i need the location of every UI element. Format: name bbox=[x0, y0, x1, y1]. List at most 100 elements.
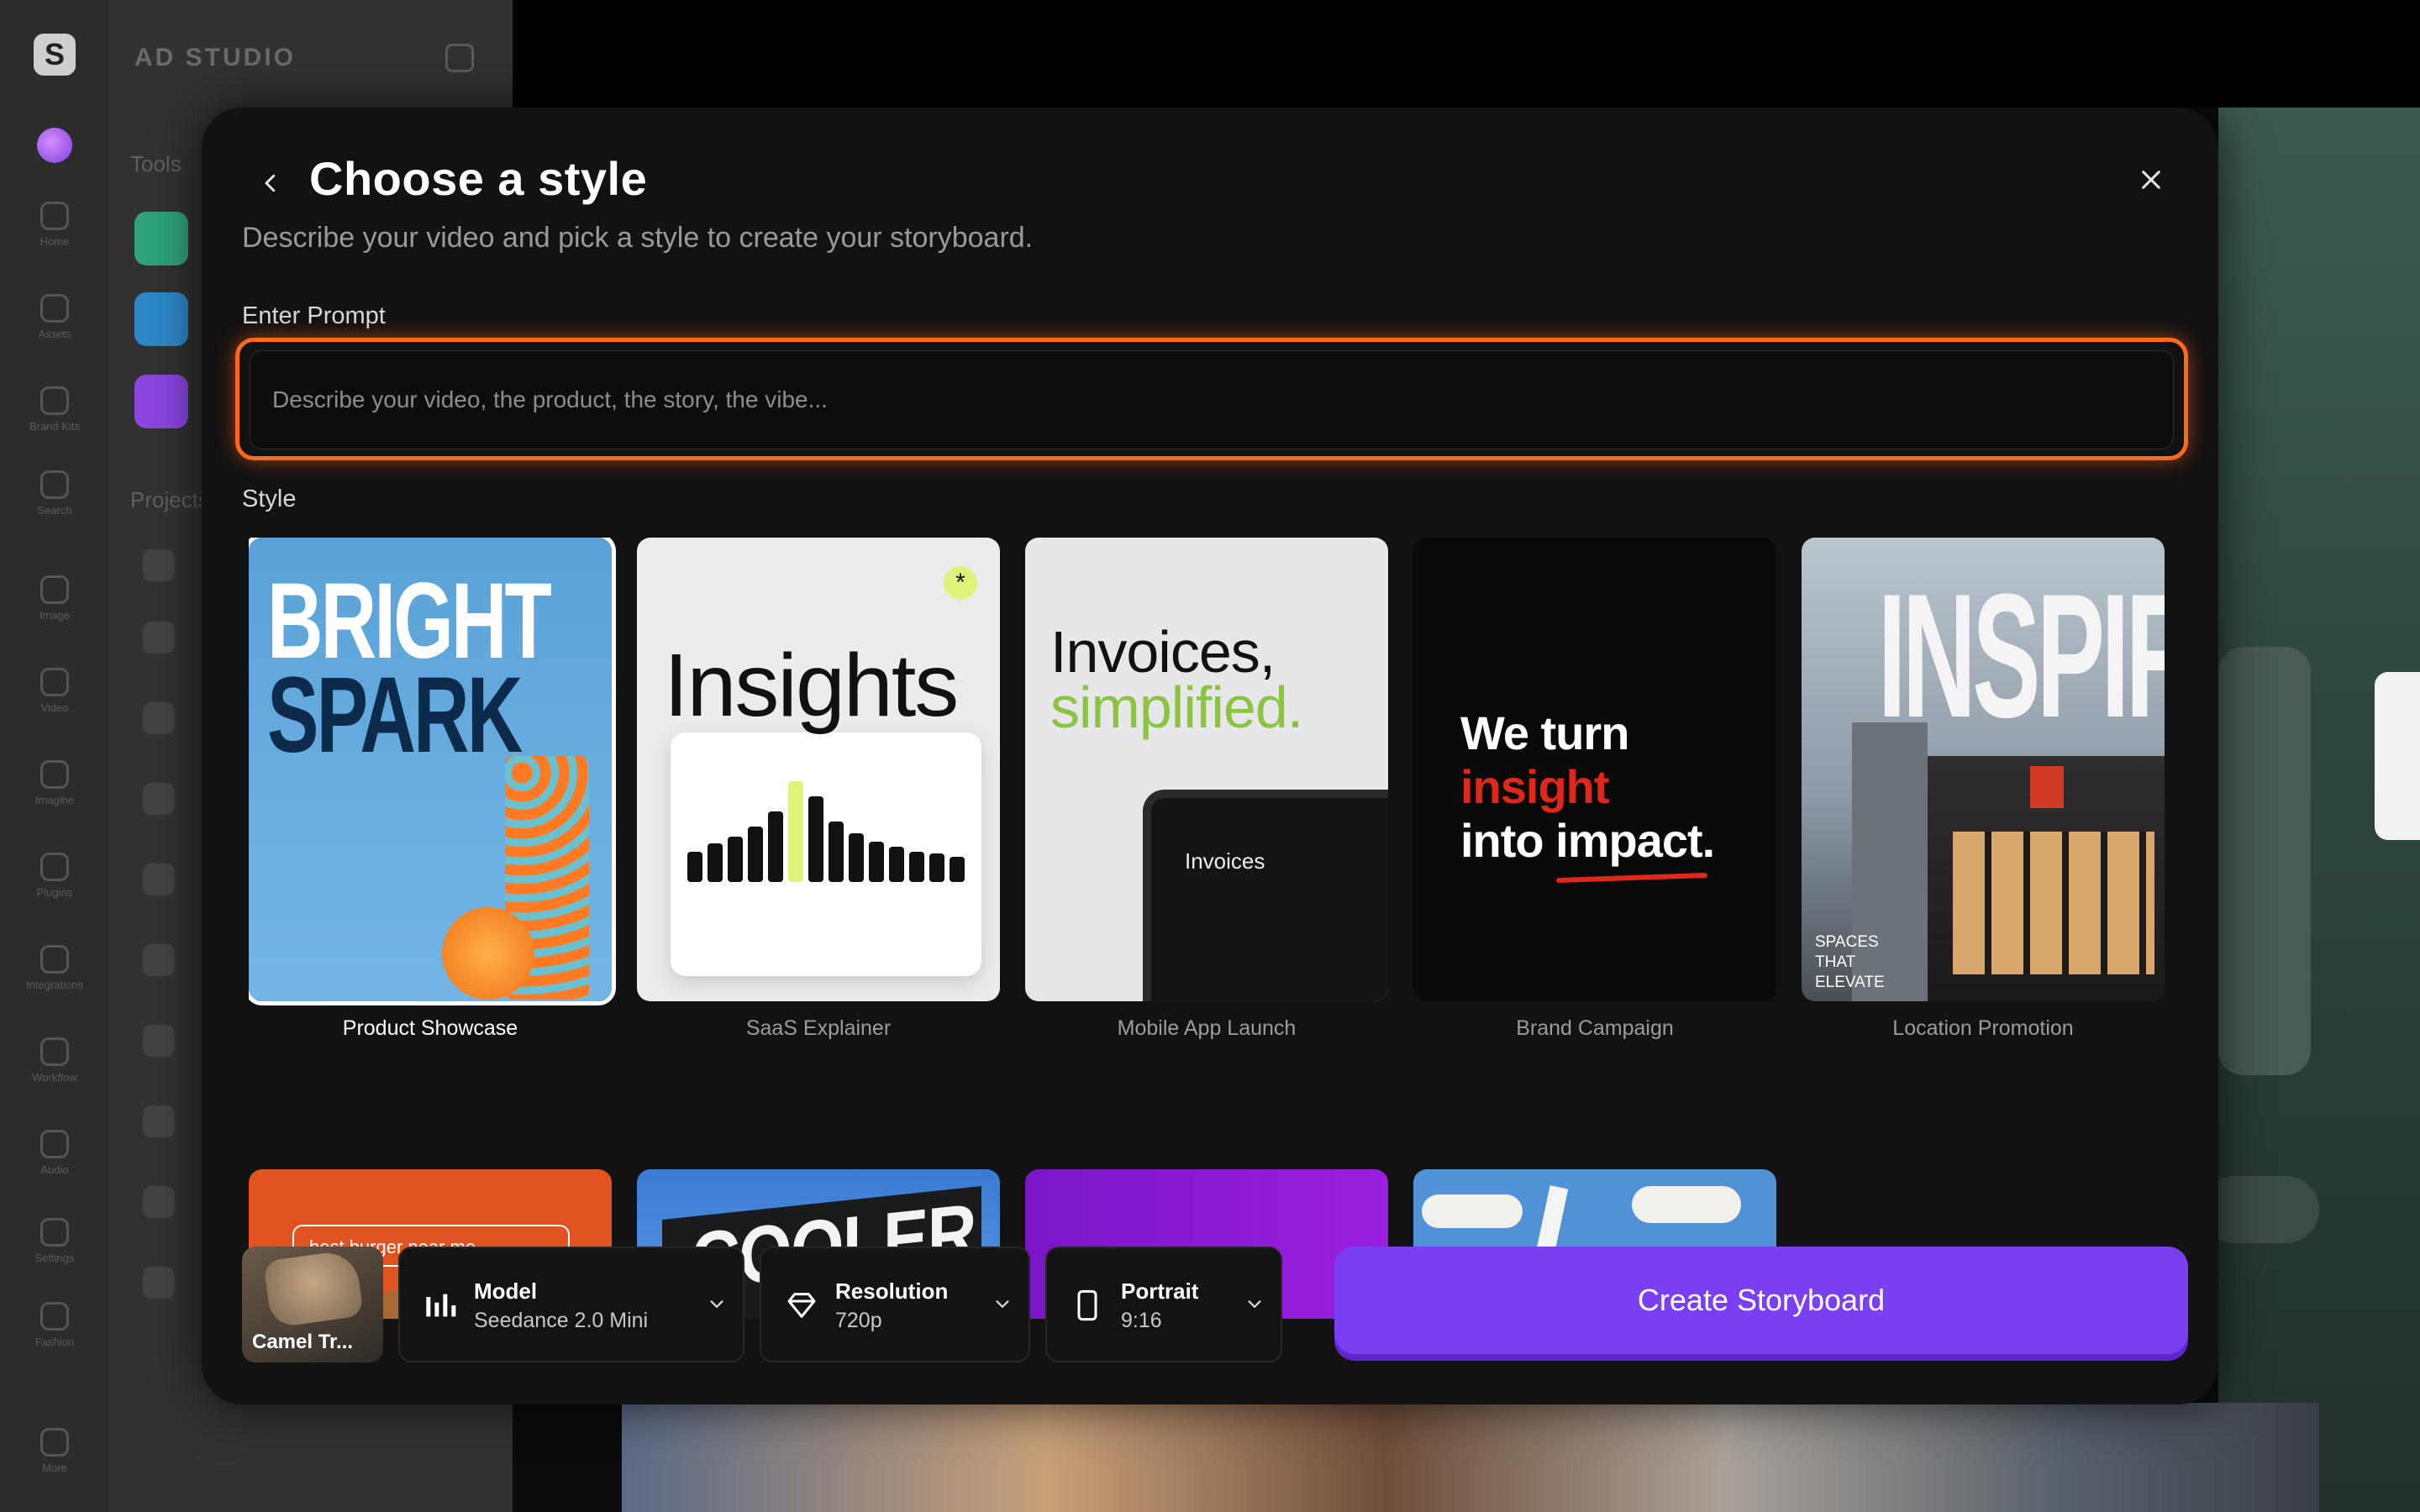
rail-item-search[interactable]: Search bbox=[0, 470, 109, 517]
side-panel-handle[interactable] bbox=[2375, 672, 2420, 840]
style-label-product-showcase: Product Showcase bbox=[342, 1016, 518, 1040]
model-select[interactable]: Model Seedance 2.0 Mini bbox=[398, 1247, 744, 1362]
project-item-icon[interactable] bbox=[143, 783, 175, 815]
bar-graphic bbox=[687, 781, 965, 882]
settings-icon bbox=[40, 1218, 69, 1247]
style-card-saas-explainer[interactable]: * Insights bbox=[637, 538, 1000, 1001]
project-item-icon[interactable] bbox=[143, 864, 175, 895]
model-value: Seedance 2.0 Mini bbox=[474, 1309, 649, 1332]
chevron-left-icon bbox=[265, 174, 276, 192]
rail-item-more[interactable]: More bbox=[0, 1428, 109, 1474]
fashion-icon bbox=[40, 1302, 69, 1331]
top-bar bbox=[513, 0, 2420, 108]
video-icon bbox=[40, 668, 69, 696]
rail-item-brand-kits[interactable]: Brand Kits bbox=[0, 386, 109, 433]
asterisk-icon: * bbox=[944, 566, 977, 600]
project-item-icon[interactable] bbox=[143, 1186, 175, 1218]
card-art-text: into impact. bbox=[1460, 814, 1715, 867]
bars-icon bbox=[426, 1294, 456, 1317]
rail-item-settings[interactable]: Settings bbox=[0, 1218, 109, 1264]
rail-item-assets[interactable]: Assets bbox=[0, 294, 109, 340]
rail-item-audio[interactable]: Audio bbox=[0, 1130, 109, 1176]
workflow-icon bbox=[40, 1037, 69, 1066]
projects-label: Projects bbox=[130, 487, 209, 512]
aspect-label: Portrait bbox=[1121, 1278, 1199, 1304]
orange-image bbox=[442, 907, 534, 1000]
project-item-icon[interactable] bbox=[143, 1105, 175, 1137]
rail-item-image[interactable]: Image bbox=[0, 575, 109, 622]
back-button[interactable] bbox=[245, 158, 296, 208]
style-card-brand-campaign[interactable]: We turn insight into impact. bbox=[1413, 538, 1776, 1001]
card-art-text: SPARK bbox=[267, 655, 523, 775]
tool-tile-blue[interactable] bbox=[134, 292, 188, 346]
integration-icon bbox=[40, 945, 69, 974]
prompt-focus-ring bbox=[235, 338, 2188, 460]
close-icon bbox=[2142, 171, 2160, 189]
style-card-location-promotion[interactable]: INSPIRE SPACES THAT ELEVATE bbox=[1802, 538, 2165, 1001]
panel-search-icon[interactable] bbox=[143, 549, 175, 581]
image-icon bbox=[40, 575, 69, 604]
resolution-select[interactable]: Resolution 720p bbox=[760, 1247, 1030, 1362]
chevron-down-icon bbox=[1248, 1300, 1261, 1309]
style-label-brand-campaign: Brand Campaign bbox=[1516, 1016, 1674, 1040]
tool-tile-purple[interactable] bbox=[134, 375, 188, 428]
tools-label: Tools bbox=[130, 151, 182, 176]
audio-icon bbox=[40, 1130, 69, 1158]
close-button[interactable] bbox=[2126, 155, 2176, 205]
app-logo: S bbox=[34, 34, 76, 76]
plugin-icon bbox=[40, 853, 69, 881]
aspect-select[interactable]: Portrait 9:16 bbox=[1045, 1247, 1282, 1362]
style-grid: BRIGHT SPARK Product Showcase * Insights… bbox=[249, 538, 2215, 1319]
prompt-input[interactable] bbox=[250, 350, 2174, 449]
style-label-mobile-app-launch: Mobile App Launch bbox=[1117, 1016, 1297, 1040]
modal-title: Choose a style bbox=[309, 152, 648, 205]
card-art-text: insight bbox=[1460, 760, 1610, 813]
rail-item-home[interactable]: Home bbox=[0, 202, 109, 248]
project-item-icon[interactable] bbox=[143, 622, 175, 654]
background-pill bbox=[2202, 1176, 2319, 1243]
choose-style-modal: Choose a style Describe your video and p… bbox=[202, 108, 2218, 1404]
modal-subtitle: Describe your video and pick a style to … bbox=[242, 222, 1034, 254]
project-item-icon[interactable] bbox=[143, 944, 175, 976]
card-art-caption: SPACES THAT ELEVATE bbox=[1815, 933, 1885, 991]
project-item-icon[interactable] bbox=[143, 1267, 175, 1299]
rail-item-fashion[interactable]: Fashion bbox=[0, 1302, 109, 1348]
tool-tile-green[interactable] bbox=[134, 212, 188, 265]
style-card-product-showcase[interactable]: BRIGHT SPARK bbox=[249, 538, 616, 1005]
underline-stroke bbox=[1555, 872, 1708, 884]
app-name: AD STUDIO bbox=[134, 44, 296, 71]
rail-item-imagine[interactable]: Imagine bbox=[0, 760, 109, 806]
logo-sign bbox=[2030, 766, 2064, 808]
rail-item-video[interactable]: Video bbox=[0, 668, 109, 714]
tablet-mockup: Invoices bbox=[1143, 790, 1388, 1001]
rail-item-plugins[interactable]: Plugins bbox=[0, 853, 109, 899]
resolution-value: 720p bbox=[835, 1309, 882, 1332]
aspect-value: 9:16 bbox=[1121, 1309, 1162, 1332]
reference-asset-thumbnail[interactable]: Camel Tr... bbox=[242, 1247, 383, 1362]
create-storyboard-button[interactable]: Create Storyboard bbox=[1334, 1247, 2188, 1354]
resolution-label: Resolution bbox=[835, 1278, 949, 1304]
nav-rail: S Home Assets Brand Kits Search Image Vi… bbox=[0, 0, 109, 1512]
model-label: Model bbox=[474, 1278, 538, 1304]
rail-item-integrations[interactable]: Integrations bbox=[0, 945, 109, 991]
cloud-image bbox=[1422, 1194, 1523, 1228]
brand-kit-icon bbox=[40, 386, 69, 415]
rail-item-workflow[interactable]: Workflow bbox=[0, 1037, 109, 1084]
card-art-text: Insights bbox=[664, 636, 959, 735]
chevron-down-icon bbox=[710, 1300, 723, 1309]
imagine-icon bbox=[40, 760, 69, 789]
phone-icon bbox=[1077, 1289, 1097, 1321]
avatar[interactable] bbox=[37, 128, 72, 163]
assets-icon bbox=[40, 294, 69, 323]
project-item-icon[interactable] bbox=[143, 702, 175, 734]
asset-image bbox=[262, 1248, 365, 1329]
project-item-icon[interactable] bbox=[143, 1025, 175, 1057]
style-label: Style bbox=[242, 486, 297, 512]
card-art-text: We turn bbox=[1460, 706, 1629, 759]
background-gallery-strip bbox=[622, 1403, 2319, 1512]
style-card-mobile-app-launch[interactable]: Invoices, simplified. Invoices bbox=[1025, 538, 1388, 1001]
card-art-text: simplified. bbox=[1050, 675, 1303, 740]
card-art-text: Invoices bbox=[1185, 848, 1265, 874]
style-label-location-promotion: Location Promotion bbox=[1892, 1016, 2074, 1040]
collapse-panel-icon[interactable] bbox=[445, 44, 474, 72]
